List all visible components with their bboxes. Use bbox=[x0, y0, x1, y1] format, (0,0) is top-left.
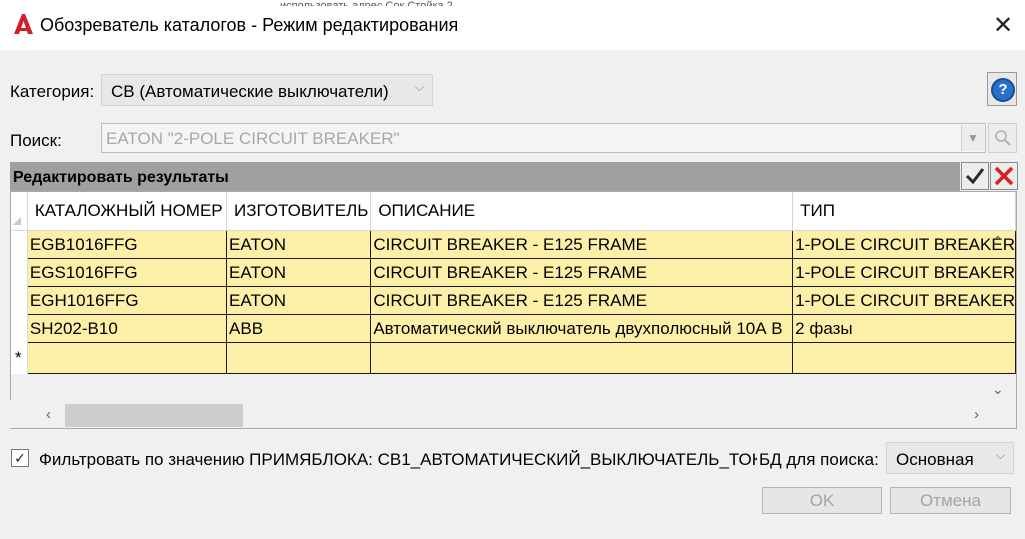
cell-manufacturer[interactable]: EATON bbox=[226, 230, 372, 259]
window-title: Обозреватель каталогов - Режим редактиро… bbox=[40, 15, 459, 35]
edit-results-header: Редактировать результаты bbox=[10, 162, 960, 191]
search-label: Поиск: bbox=[10, 131, 62, 150]
table-row[interactable]: EGB1016FFG EATON CIRCUIT BREAKER - E125 … bbox=[11, 230, 1016, 259]
cell-description[interactable]: Автоматический выключатель двухполюсный … bbox=[370, 314, 794, 343]
filter-checkbox[interactable]: ✓ bbox=[11, 449, 29, 467]
table-row[interactable]: EGH1016FFG EATON CIRCUIT BREAKER - E125 … bbox=[11, 286, 1016, 315]
cell-description[interactable]: CIRCUIT BREAKER - E125 FRAME bbox=[370, 230, 794, 259]
cancel-button[interactable]: Отмена bbox=[890, 487, 1011, 514]
cell-description[interactable]: CIRCUIT BREAKER - E125 FRAME bbox=[370, 286, 794, 315]
cell-catalog[interactable]: EGB1016FFG bbox=[26, 230, 228, 259]
row-header[interactable] bbox=[11, 258, 28, 287]
cell-manufacturer[interactable]: ABB bbox=[226, 314, 372, 343]
checkmark-icon bbox=[965, 168, 985, 185]
cell-catalog[interactable]: SH202-B10 bbox=[26, 314, 228, 343]
autocad-logo-icon bbox=[14, 14, 33, 34]
search-dropdown-icon[interactable]: ▼ bbox=[961, 125, 984, 151]
cell-description[interactable]: CIRCUIT BREAKER - E125 FRAME bbox=[370, 258, 794, 287]
cell-manufacturer[interactable]: EATON bbox=[226, 286, 372, 315]
filter-label: Фильтровать по значению ПРИМЯБЛОКА: CB1_… bbox=[39, 450, 774, 469]
table-row[interactable]: SH202-B10 ABB Автоматический выключатель… bbox=[11, 314, 1016, 343]
scroll-up-icon[interactable]: ⌃ bbox=[992, 233, 1004, 250]
horizontal-scrollbar[interactable]: ‹ › bbox=[10, 400, 1016, 428]
search-db-label: БД для поиска: bbox=[757, 450, 879, 470]
header-row: КАТАЛОЖНЫЙ НОМЕР ИЗГОТОВИТЕЛЬ ОПИСАНИЕ Т… bbox=[11, 192, 1016, 231]
row-header[interactable] bbox=[11, 230, 28, 259]
search-db-value: Основная bbox=[896, 450, 974, 469]
cell-catalog[interactable]: EGS1016FFG bbox=[26, 258, 228, 287]
new-cell-description[interactable] bbox=[370, 342, 794, 374]
row-header[interactable] bbox=[11, 286, 28, 315]
vertical-scrollbar[interactable]: ⌃ ⌄ bbox=[982, 221, 1016, 401]
scroll-right-icon[interactable]: › bbox=[974, 406, 979, 423]
chevron-down-icon: ⌵ bbox=[995, 448, 1005, 462]
column-header-catalog[interactable]: КАТАЛОЖНЫЙ НОМЕР bbox=[27, 192, 228, 231]
search-db-dropdown[interactable]: Основная ⌵ bbox=[886, 442, 1014, 474]
column-header-manufacturer[interactable]: ИЗГОТОВИТЕЛЬ bbox=[226, 192, 372, 231]
table-row[interactable]: EGS1016FFG EATON CIRCUIT BREAKER - E125 … bbox=[11, 258, 1016, 287]
help-button[interactable]: ? bbox=[987, 72, 1017, 106]
magnifier-icon bbox=[994, 130, 1011, 146]
discard-button[interactable] bbox=[990, 162, 1018, 190]
new-cell-manufacturer[interactable] bbox=[226, 342, 372, 374]
help-icon: ? bbox=[991, 78, 1015, 102]
cell-catalog[interactable]: EGH1016FFG bbox=[26, 286, 228, 315]
scroll-left-icon[interactable]: ‹ bbox=[46, 406, 51, 423]
scroll-down-icon[interactable]: ⌄ bbox=[992, 381, 1004, 398]
ok-button[interactable]: OK bbox=[762, 487, 882, 514]
category-value: CB (Автоматические выключатели) bbox=[111, 82, 389, 101]
apply-check-button[interactable] bbox=[961, 162, 989, 190]
edit-results-title: Редактировать результаты bbox=[13, 169, 229, 186]
close-icon[interactable]: ✕ bbox=[988, 12, 1018, 40]
chevron-down-icon: ⌵ bbox=[414, 80, 424, 94]
results-table: КАТАЛОЖНЫЙ НОМЕР ИЗГОТОВИТЕЛЬ ОПИСАНИЕ Т… bbox=[11, 192, 1016, 374]
search-button[interactable] bbox=[988, 123, 1017, 153]
search-value: EATON "2-POLE CIRCUIT BREAKER" bbox=[106, 129, 400, 148]
search-input[interactable]: EATON "2-POLE CIRCUIT BREAKER" ▼ bbox=[101, 123, 986, 153]
category-label: Категория: bbox=[10, 82, 95, 101]
select-all-corner[interactable] bbox=[11, 192, 28, 231]
horizontal-scroll-thumb[interactable] bbox=[65, 404, 243, 427]
background-window-text: использовать адрес Сок Стойка 2 bbox=[280, 0, 453, 6]
new-row[interactable]: * bbox=[11, 342, 1016, 374]
results-grid[interactable]: КАТАЛОЖНЫЙ НОМЕР ИЗГОТОВИТЕЛЬ ОПИСАНИЕ Т… bbox=[10, 191, 1017, 429]
column-header-description[interactable]: ОПИСАНИЕ bbox=[370, 192, 794, 231]
cell-manufacturer[interactable]: EATON bbox=[226, 258, 372, 287]
category-dropdown[interactable]: CB (Автоматические выключатели) ⌵ bbox=[101, 74, 433, 106]
row-header[interactable] bbox=[11, 314, 28, 343]
red-x-icon bbox=[994, 166, 1014, 186]
new-cell-catalog[interactable] bbox=[26, 342, 228, 374]
new-row-marker[interactable]: * bbox=[11, 342, 28, 374]
